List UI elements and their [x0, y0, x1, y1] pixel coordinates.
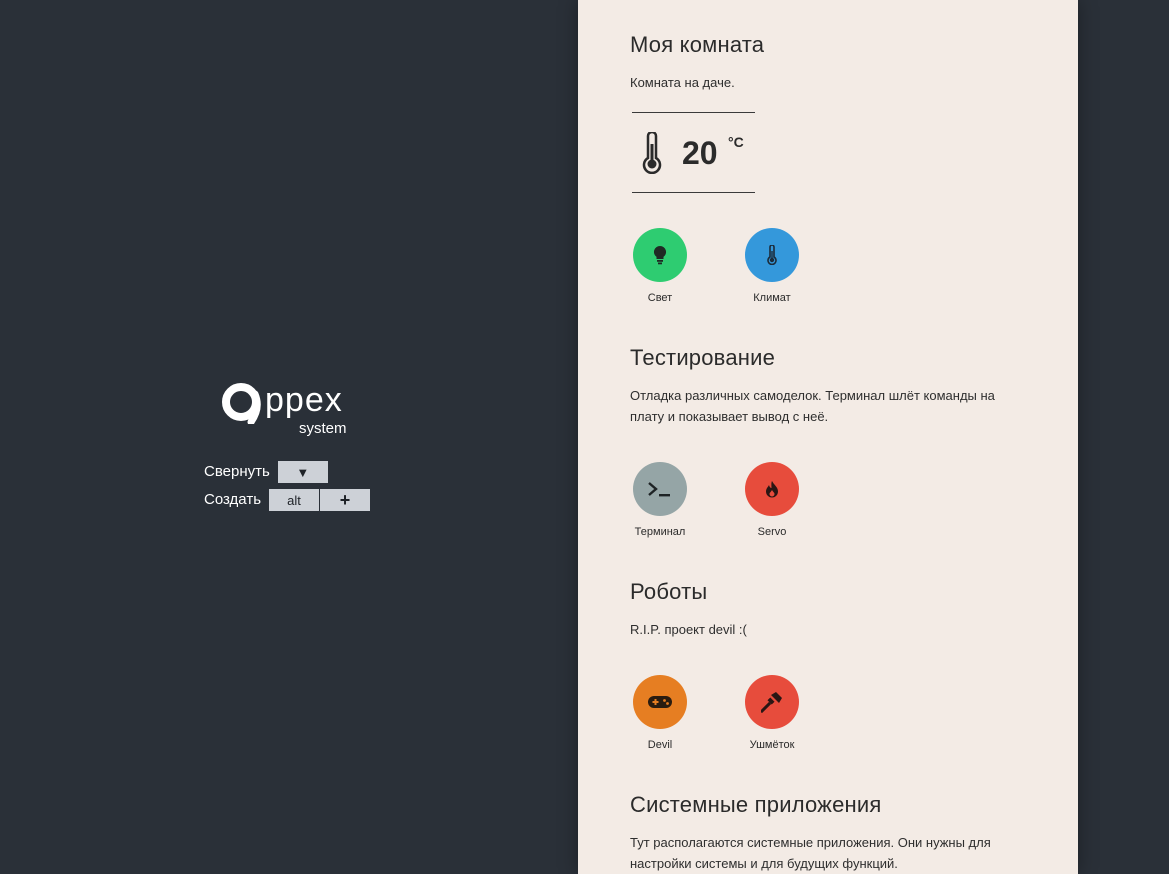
app-climate-button[interactable] — [745, 228, 799, 282]
section-description-my-room: Комната на даче. — [630, 75, 735, 90]
hammer-icon — [761, 692, 782, 713]
terminal-icon — [648, 482, 670, 497]
add-button[interactable]: + — [320, 489, 371, 511]
temperature-unit: °C — [728, 134, 744, 150]
app-light-label: Свет — [647, 292, 673, 304]
apps-panel: Моя комната Комната на даче. 20 °C Свет — [578, 0, 1078, 874]
collapse-label: Свернуть — [204, 463, 270, 480]
app-servo[interactable]: Servo — [727, 462, 817, 538]
app-light-button[interactable] — [633, 228, 687, 282]
app-servo-label: Servo — [757, 526, 787, 538]
app-devil-button[interactable] — [633, 675, 687, 729]
section-title-robots: Роботы — [630, 579, 708, 604]
app-devil-label: Devil — [647, 739, 673, 751]
app-servo-button[interactable] — [745, 462, 799, 516]
alt-button[interactable]: alt — [269, 489, 320, 511]
section-description-testing: Отладка различных самоделок. Терминал шл… — [630, 388, 995, 424]
app-devil[interactable]: Devil — [615, 675, 705, 751]
logo-subtitle: system — [299, 420, 347, 437]
temperature-value: 20 — [682, 135, 718, 171]
app-ushmetok[interactable]: Ушмёток — [727, 675, 817, 751]
app-ushmetok-label: Ушмёток — [749, 739, 795, 751]
logo-a-icon — [222, 383, 261, 424]
collapse-button[interactable]: ▼ — [277, 461, 328, 483]
app-light[interactable]: Свет — [615, 228, 705, 304]
app-terminal-button[interactable] — [633, 462, 687, 516]
thermometer-icon — [767, 245, 777, 265]
app-ushmetok-button[interactable] — [745, 675, 799, 729]
thermometer-icon — [642, 132, 662, 174]
section-title-system-apps: Системные приложения — [630, 792, 882, 817]
sidebar: ppex system Свернуть ▼ Создать alt + — [0, 0, 578, 874]
app-terminal-label: Терминал — [634, 526, 686, 538]
app-climate[interactable]: Климат — [727, 228, 817, 304]
app-terminal[interactable]: Терминал — [615, 462, 705, 538]
appex-logo: ppex system — [221, 378, 361, 440]
section-description-system-apps: Тут располагаются системные приложения. … — [630, 835, 991, 871]
section-description-robots: R.I.P. проект devil :( — [630, 622, 747, 637]
fire-icon — [766, 481, 778, 498]
temperature-widget: 20 °C — [632, 112, 755, 193]
app-climate-label: Климат — [753, 292, 791, 304]
section-title-testing: Тестирование — [630, 345, 776, 370]
create-row: Создать alt + — [204, 488, 371, 512]
gamepad-icon — [648, 696, 672, 708]
section-title-my-room: Моя комната — [630, 32, 765, 57]
collapse-row: Свернуть ▼ — [204, 460, 328, 484]
create-label: Создать — [204, 491, 262, 508]
lightbulb-icon — [653, 245, 667, 265]
logo-wordmark: ppex — [265, 381, 343, 419]
